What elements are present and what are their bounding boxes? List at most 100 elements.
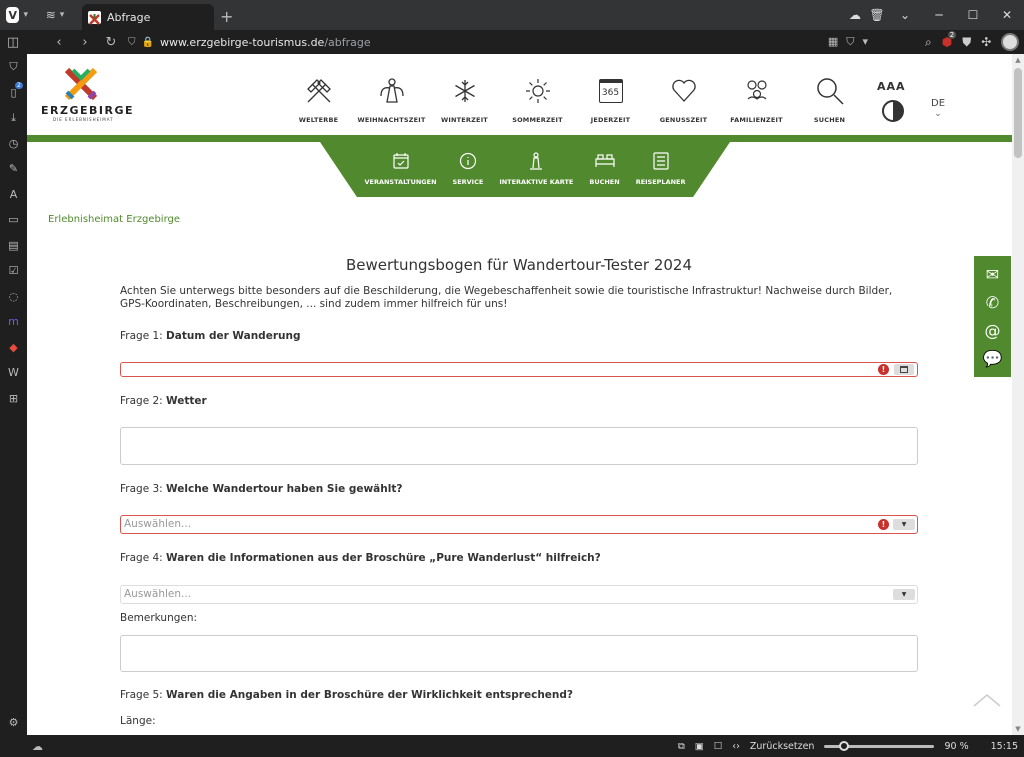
chevron-down-icon[interactable]: ▼	[893, 589, 915, 600]
nav-item-genusszeit[interactable]: GENUSSZEIT	[647, 72, 720, 124]
tour-select[interactable]: Auswählen... ! ▼	[120, 515, 918, 534]
brochure-helpful-select[interactable]: Auswählen... ▼	[120, 585, 918, 604]
new-tab-button[interactable]: +	[220, 7, 233, 26]
qr-code-icon[interactable]: ▦	[828, 35, 838, 49]
sidebar-badge: 2	[15, 81, 23, 89]
scrollbar-thumb[interactable]	[1014, 68, 1022, 158]
image-icon[interactable]: ▣	[695, 741, 704, 752]
tab-stack-button[interactable]: ≋ ▾	[44, 6, 66, 24]
code-icon[interactable]: ‹›	[732, 741, 740, 752]
chevron-up-icon	[973, 694, 1001, 707]
logo-tagline: DIE ERLEBNISHEIMAT	[53, 117, 114, 122]
profile-avatar[interactable]	[1001, 33, 1020, 51]
date-input[interactable]: !	[120, 362, 918, 377]
breadcrumb[interactable]: Erlebnisheimat Erzgebirge	[48, 214, 180, 225]
subnav-interaktive-karte[interactable]: INTERAKTIVE KARTE	[499, 150, 573, 197]
reading-list-icon[interactable]: ▯ 2	[0, 80, 27, 106]
nav-item-sommerzeit[interactable]: SOMMERZEIT	[501, 72, 574, 124]
back-button[interactable]: ‹	[46, 35, 72, 50]
subnav-reiseplaner[interactable]: REISEPLANER	[636, 150, 686, 197]
nav-label: WELTERBE	[298, 116, 339, 124]
calendar-icon[interactable]	[894, 364, 914, 375]
subnav-veranstaltungen[interactable]: VERANSTALTUNGEN	[364, 150, 437, 197]
phone-icon[interactable]: ✆	[986, 293, 999, 312]
question-text: Wetter	[166, 395, 207, 407]
nav-label: WEIHNACHTSZEIT	[357, 116, 426, 124]
download-icon[interactable]: ⤓	[0, 105, 27, 131]
settings-gear-icon[interactable]: ⚙	[0, 710, 27, 736]
reload-button[interactable]: ↻	[98, 35, 124, 50]
scroll-to-top-button[interactable]	[973, 692, 1001, 707]
subnav-buchen[interactable]: BUCHEN	[589, 150, 620, 197]
minimize-button[interactable]: ─	[922, 8, 956, 22]
mastodon-icon[interactable]: m	[0, 309, 27, 335]
reset-zoom-button[interactable]: Zurücksetzen	[750, 741, 815, 752]
main-navigation: WELTERBE WEIHNACHTSZEIT WINTERZEIT SOMME…	[282, 72, 866, 124]
chevron-down-icon[interactable]: ▼	[893, 519, 915, 530]
question-text: Welche Wandertour haben Sie gewählt?	[166, 483, 403, 495]
tab-abfrage[interactable]: Abfrage	[82, 4, 214, 30]
weather-textarea[interactable]	[120, 427, 918, 465]
browser-status-bar: ☁ ⧉ ▣ ☐ ‹› Zurücksetzen 90 % 15:15	[0, 735, 1024, 757]
question-text: Datum der Wanderung	[166, 330, 301, 342]
mail-icon[interactable]: ✉	[986, 265, 999, 284]
shield-extension-icon[interactable]: ⛊	[962, 35, 971, 50]
language-selector[interactable]: DE ⌄	[931, 98, 945, 119]
forward-button[interactable]: ›	[72, 35, 98, 50]
font-size-toggle[interactable]: AAA	[877, 80, 906, 93]
search-icon	[810, 72, 850, 110]
trash-icon[interactable]: 🗑	[866, 8, 888, 22]
cloud-sync-icon[interactable]: ☁	[844, 8, 866, 22]
nav-item-suchen[interactable]: SUCHEN	[793, 72, 866, 124]
vivaldi-menu-button[interactable]: V ▾	[6, 6, 28, 24]
nav-label: SUCHEN	[813, 116, 846, 124]
chat-icon[interactable]: ◌	[0, 284, 27, 310]
contrast-toggle-icon[interactable]	[882, 100, 904, 122]
search-icon[interactable]: ⌕	[925, 35, 932, 50]
bookmark-icon[interactable]: ⛉	[846, 35, 854, 49]
nav-item-welterbe[interactable]: WELTERBE	[282, 72, 355, 124]
calendar-panel-icon[interactable]: ▤	[0, 233, 27, 259]
site-favicon-icon	[88, 10, 101, 25]
at-sign-icon[interactable]: @	[985, 321, 1001, 340]
nav-item-winterzeit[interactable]: WINTERZEIT	[428, 72, 501, 124]
close-window-button[interactable]: ✕	[990, 8, 1024, 22]
zoom-slider-knob[interactable]	[839, 740, 850, 751]
zoom-slider[interactable]	[824, 740, 935, 751]
chevron-down-icon[interactable]: ⌄	[888, 8, 922, 22]
add-panel-icon[interactable]: ⊞	[0, 386, 27, 412]
maximize-button[interactable]: ☐	[956, 8, 990, 22]
window-panel-icon[interactable]: ▭	[0, 207, 27, 233]
notes-icon[interactable]: ✎	[0, 156, 27, 182]
remarks-textarea[interactable]	[120, 635, 918, 672]
subnav-service[interactable]: SERVICE	[453, 150, 483, 197]
translate-icon[interactable]: A	[0, 182, 27, 208]
nav-label: GENUSSZEIT	[659, 116, 708, 124]
scroll-down-arrow[interactable]: ▼	[1012, 725, 1024, 733]
tasks-icon[interactable]: ☑	[0, 258, 27, 284]
page-tiling-icon[interactable]: ☐	[714, 741, 723, 752]
cloud-icon[interactable]: ☁	[32, 740, 43, 753]
ublock-icon[interactable]: ⬢ 2	[942, 31, 957, 49]
history-icon[interactable]: ◷	[0, 131, 27, 157]
wikipedia-icon[interactable]: W	[0, 360, 27, 386]
chat-bubble-icon[interactable]: 💬	[983, 349, 1003, 368]
nav-item-jederzeit[interactable]: 365 JEDERZEIT	[574, 72, 647, 124]
nav-item-weihnachtszeit[interactable]: WEIHNACHTSZEIT	[355, 72, 428, 124]
nav-item-familienzeit[interactable]: FAMILIENZEIT	[720, 72, 793, 124]
hammer-pick-icon	[299, 72, 339, 110]
page-scrollbar[interactable]: ▲ ▼	[1012, 54, 1024, 735]
question-3-label: Frage 3: Welche Wandertour haben Sie gew…	[120, 483, 402, 495]
shield-icon[interactable]: ⛉	[128, 37, 136, 48]
bookmark-panel-icon[interactable]: ⛉	[0, 54, 27, 80]
vivaldi-panel-icon[interactable]: ◆	[0, 335, 27, 361]
lock-icon[interactable]: 🔒	[142, 37, 154, 48]
scroll-up-arrow[interactable]: ▲	[1012, 56, 1024, 64]
heart-icon	[664, 72, 704, 110]
puzzle-icon[interactable]: ✣	[981, 35, 991, 49]
capture-icon[interactable]: ⧉	[678, 741, 685, 752]
panel-toggle-icon[interactable]: ◫	[0, 35, 26, 50]
address-bar[interactable]: ⛉ 🔒 www.erzgebirge-tourismus.de/abfrage …	[128, 33, 868, 51]
chevron-down-icon[interactable]: ▾	[862, 35, 868, 49]
site-logo[interactable]: ERZGEBIRGE DIE ERLEBNISHEIMAT	[41, 66, 133, 122]
